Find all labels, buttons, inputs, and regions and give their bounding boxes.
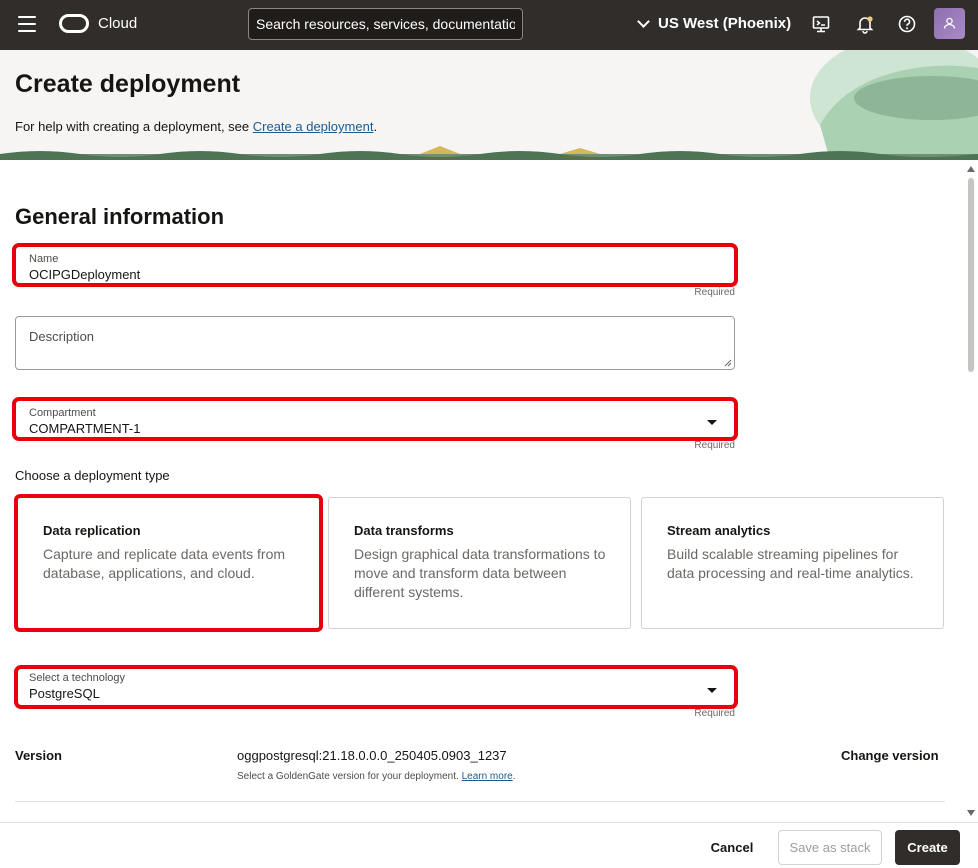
technology-select[interactable]: Select a technology PostgreSQL bbox=[14, 665, 738, 709]
oracle-logo-icon[interactable] bbox=[59, 14, 89, 33]
save-as-stack-button[interactable]: Save as stack bbox=[778, 830, 882, 865]
change-version-button[interactable]: Change version bbox=[841, 748, 939, 763]
version-label: Version bbox=[15, 748, 62, 763]
brand-label[interactable]: Cloud bbox=[98, 15, 137, 32]
card-description: Capture and replicate data events from d… bbox=[43, 546, 286, 581]
version-help-prefix: Select a GoldenGate version for your dep… bbox=[237, 771, 462, 782]
technology-required-note: Required bbox=[694, 708, 735, 719]
description-field[interactable]: Description bbox=[15, 316, 735, 370]
scroll-up-arrow-icon[interactable] bbox=[967, 166, 975, 172]
dropdown-arrow-icon bbox=[707, 420, 717, 425]
card-title: Stream analytics bbox=[667, 523, 771, 538]
region-selector[interactable]: US West (Phoenix) bbox=[636, 14, 792, 32]
divider bbox=[15, 801, 945, 802]
form-footer: Cancel Save as stack Create bbox=[0, 822, 978, 868]
deployment-type-data-replication[interactable]: Data replication Capture and replicate d… bbox=[14, 494, 323, 632]
chevron-down-icon bbox=[637, 14, 650, 28]
deployment-type-data-transforms[interactable]: Data transforms Design graphical data tr… bbox=[328, 497, 631, 629]
page-header: Create deployment For help with creating… bbox=[0, 50, 978, 160]
help-prefix: For help with creating a deployment, see bbox=[15, 119, 253, 134]
banner-decoration bbox=[0, 50, 978, 160]
cloud-shell-icon[interactable] bbox=[811, 14, 831, 34]
notifications-bell-icon[interactable] bbox=[855, 14, 875, 34]
form-content: General information Name OCIPGDeployment… bbox=[0, 160, 964, 822]
deployment-type-label: Choose a deployment type bbox=[15, 468, 170, 483]
deployment-type-stream-analytics[interactable]: Stream analytics Build scalable streamin… bbox=[641, 497, 944, 629]
technology-value: PostgreSQL bbox=[29, 686, 100, 701]
compartment-value: COMPARTMENT-1 bbox=[29, 421, 141, 436]
dropdown-arrow-icon bbox=[707, 688, 717, 693]
name-required-note: Required bbox=[694, 287, 735, 298]
name-label: Name bbox=[29, 253, 59, 265]
cancel-button[interactable]: Cancel bbox=[700, 830, 764, 865]
card-title: Data replication bbox=[43, 523, 141, 538]
vertical-scrollbar[interactable] bbox=[964, 162, 978, 822]
menu-icon[interactable] bbox=[18, 16, 36, 32]
version-value: oggpostgresql:21.18.0.0.0_250405.0903_12… bbox=[237, 748, 507, 763]
page-title: Create deployment bbox=[15, 70, 241, 98]
name-field[interactable]: Name OCIPGDeployment bbox=[12, 243, 738, 287]
region-label: US West (Phoenix) bbox=[658, 15, 792, 32]
user-avatar[interactable] bbox=[934, 8, 965, 39]
learn-more-link[interactable]: Learn more bbox=[462, 771, 513, 782]
technology-label: Select a technology bbox=[29, 672, 126, 684]
description-label: Description bbox=[29, 329, 95, 344]
card-description: Design graphical data transformations to… bbox=[354, 546, 606, 600]
create-button[interactable]: Create bbox=[895, 830, 960, 865]
resize-handle-icon[interactable] bbox=[724, 359, 732, 367]
help-icon[interactable] bbox=[897, 14, 917, 34]
search-field[interactable] bbox=[248, 8, 523, 40]
help-text: For help with creating a deployment, see… bbox=[15, 119, 377, 134]
card-description: Build scalable streaming pipelines for d… bbox=[667, 546, 914, 581]
create-deployment-doc-link[interactable]: Create a deployment bbox=[253, 119, 374, 134]
version-help-suffix: . bbox=[512, 771, 516, 782]
section-title: General information bbox=[15, 204, 225, 229]
user-icon bbox=[943, 17, 956, 29]
top-navigation-bar: Cloud US West (Phoenix) bbox=[0, 0, 978, 50]
compartment-label: Compartment bbox=[29, 407, 96, 419]
compartment-required-note: Required bbox=[694, 440, 735, 451]
help-suffix: . bbox=[373, 119, 378, 134]
search-input[interactable] bbox=[256, 9, 515, 39]
version-help-text: Select a GoldenGate version for your dep… bbox=[237, 771, 516, 782]
compartment-select[interactable]: Compartment COMPARTMENT-1 bbox=[12, 397, 738, 441]
card-title: Data transforms bbox=[354, 523, 454, 538]
scroll-thumb[interactable] bbox=[968, 178, 974, 372]
name-value[interactable]: OCIPGDeployment bbox=[29, 267, 140, 282]
scroll-down-arrow-icon[interactable] bbox=[967, 810, 975, 816]
